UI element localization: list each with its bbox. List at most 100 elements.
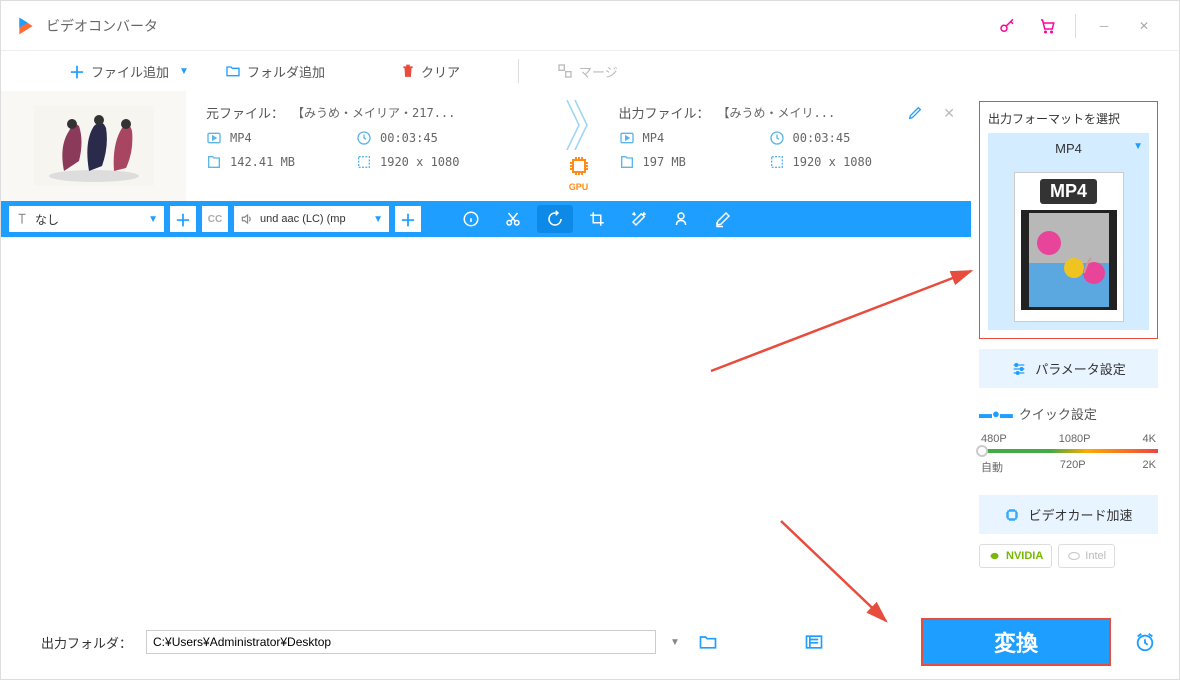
slider-labels-top: 480P 1080P 4K: [979, 433, 1158, 445]
format-badge: MP4: [1040, 179, 1097, 204]
edit-icon[interactable]: [907, 105, 923, 124]
source-size: 142.41 MB: [230, 155, 295, 169]
remove-file-button[interactable]: ✕: [943, 105, 955, 122]
clear-button[interactable]: クリア: [393, 58, 468, 85]
parameter-settings-label: パラメータ設定: [1035, 359, 1126, 378]
file-icon: [619, 154, 635, 170]
cc-button[interactable]: CC: [202, 206, 228, 232]
preview-card: MP4: [1014, 172, 1124, 322]
intel-badge: Intel: [1058, 544, 1115, 568]
bottom-bar: 出力フォルダ： ▼ 変換: [1, 617, 1179, 667]
chevron-down-icon: ▼: [1133, 141, 1143, 152]
empty-space: [1, 237, 971, 646]
format-preview: MP4: [988, 164, 1149, 330]
chevron-down-icon: ▼: [179, 66, 189, 77]
source-resolution: 1920 x 1080: [380, 155, 459, 169]
titlebar: ビデオコンバータ ─ ✕: [1, 1, 1179, 51]
subtitle-value: なし: [35, 211, 59, 228]
gpu-badges: NVIDIA Intel: [979, 544, 1158, 568]
quick-settings-title: ▬●▬ クイック設定: [979, 404, 1158, 423]
output-resolution: 1920 x 1080: [793, 155, 872, 169]
output-format-value: MP4: [1055, 141, 1082, 156]
slider-labels-bottom: 自動 720P 2K: [979, 459, 1158, 475]
file-row: 元ファイル： 【みうめ・メイリア・217... MP4 00:03:45: [1, 91, 971, 201]
source-format: MP4: [230, 131, 252, 145]
output-format-box: 出力フォーマットを選択 MP4 ▼ MP4: [979, 101, 1158, 339]
nvidia-badge: NVIDIA: [979, 544, 1052, 568]
separator: GPU: [559, 91, 599, 201]
add-subtitle-button[interactable]: ＋: [170, 206, 196, 232]
sliders-icon: [1011, 361, 1027, 377]
output-format-select[interactable]: MP4 ▼: [988, 133, 1149, 164]
add-file-button[interactable]: ＋ ファイル追加 ▼: [61, 55, 197, 87]
convert-button[interactable]: 変換: [921, 618, 1111, 666]
left-area: 元ファイル： 【みうめ・メイリア・217... MP4 00:03:45: [1, 91, 971, 646]
output-format: MP4: [643, 131, 665, 145]
intel-icon: [1067, 549, 1081, 563]
video-icon: [206, 130, 222, 146]
chip-icon: [1004, 507, 1020, 523]
cut-tool[interactable]: [495, 205, 531, 233]
nvidia-icon: [988, 549, 1002, 563]
crop-tool[interactable]: [579, 205, 615, 233]
output-folder-input[interactable]: [146, 630, 656, 654]
clock-icon: [356, 130, 372, 146]
snapshot-button[interactable]: [800, 628, 828, 656]
info-tool[interactable]: [453, 205, 489, 233]
chevron-down-icon: ▼: [148, 214, 158, 225]
divider: [518, 59, 519, 83]
output-folder-label: 出力フォルダ：: [41, 633, 132, 652]
key-icon[interactable]: [987, 11, 1027, 41]
main-area: 元ファイル： 【みうめ・メイリア・217... MP4 00:03:45: [1, 91, 1179, 646]
schedule-button[interactable]: [1125, 628, 1165, 656]
edit-tool[interactable]: [705, 205, 741, 233]
add-folder-button[interactable]: フォルダ追加: [217, 58, 333, 85]
chevron-down-icon: ▼: [373, 214, 383, 225]
folder-icon: [225, 63, 241, 79]
video-thumbnail[interactable]: [1, 91, 186, 201]
resolution-icon: [356, 154, 372, 170]
output-size: 197 MB: [643, 155, 686, 169]
source-file-name: 【みうめ・メイリア・217...: [292, 104, 455, 121]
merge-label: マージ: [579, 62, 618, 81]
effects-tool[interactable]: [621, 205, 657, 233]
close-button[interactable]: ✕: [1124, 11, 1164, 41]
resolution-icon: [769, 154, 785, 170]
subtitle-select[interactable]: なし ▼: [9, 206, 164, 232]
gpu-accel-label: ビデオカード加速: [1028, 505, 1132, 524]
output-file-label: 出力ファイル：: [619, 103, 710, 122]
merge-button[interactable]: マージ: [549, 58, 626, 85]
audio-select[interactable]: und aac (LC) (mp ▼: [234, 206, 389, 232]
text-icon: [15, 212, 29, 226]
parameter-settings-button[interactable]: パラメータ設定: [979, 349, 1158, 388]
output-file-name: 【みうめ・メイリ...: [718, 104, 836, 121]
add-folder-label: フォルダ追加: [247, 62, 325, 81]
source-duration: 00:03:45: [380, 131, 438, 145]
clock-icon: [769, 130, 785, 146]
resolution-slider[interactable]: [979, 449, 1158, 453]
trash-icon: [401, 63, 415, 79]
add-audio-button[interactable]: ＋: [395, 206, 421, 232]
rotate-tool[interactable]: [537, 205, 573, 233]
edit-bar: なし ▼ ＋ CC und aac (LC) (mp ▼ ＋: [1, 201, 971, 237]
quick-settings: ▬●▬ クイック設定 480P 1080P 4K 自動 720P 2K: [979, 398, 1158, 485]
source-file-label: 元ファイル：: [206, 103, 284, 122]
merge-icon: [557, 63, 573, 79]
preview-image: [1021, 210, 1117, 310]
slider-thumb[interactable]: [976, 445, 988, 457]
clear-label: クリア: [421, 62, 460, 81]
source-column: 元ファイル： 【みうめ・メイリア・217... MP4 00:03:45: [186, 91, 559, 201]
watermark-tool[interactable]: [663, 205, 699, 233]
gpu-chip-icon: [567, 154, 591, 178]
gpu-accel-button[interactable]: ビデオカード加速: [979, 495, 1158, 534]
folder-dropdown[interactable]: ▼: [670, 637, 680, 648]
open-folder-button[interactable]: [694, 628, 722, 656]
toolbar: ＋ ファイル追加 ▼ フォルダ追加 クリア マージ: [1, 51, 1179, 91]
convert-label: 変換: [994, 626, 1038, 658]
plus-icon: ＋: [69, 59, 85, 83]
minimize-button[interactable]: ─: [1084, 11, 1124, 41]
file-info: 元ファイル： 【みうめ・メイリア・217... MP4 00:03:45: [186, 91, 971, 201]
app-logo: [16, 16, 36, 36]
cart-icon[interactable]: [1027, 11, 1067, 41]
audio-value: und aac (LC) (mp: [260, 213, 346, 225]
